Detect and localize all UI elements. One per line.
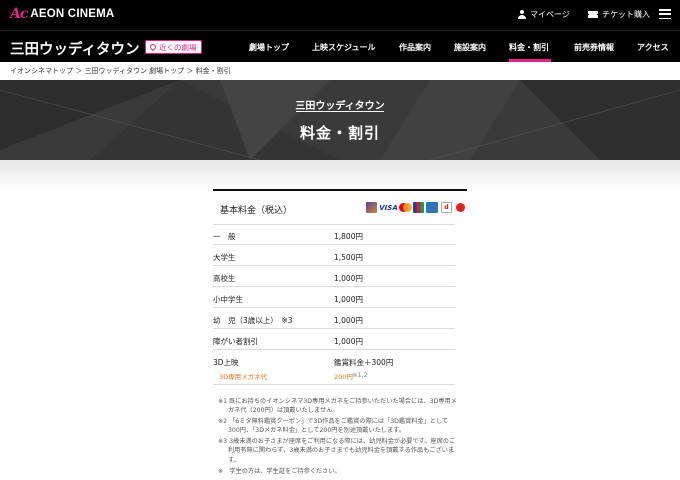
payment-card-icon	[366, 202, 377, 213]
nav-advance-tickets[interactable]: 前売券情報	[574, 42, 614, 53]
price-category: 大学生	[213, 253, 236, 262]
note-item: ※ 学生の方は、学生証をご持参ください。	[218, 467, 341, 475]
price-value: 1,000円	[334, 337, 363, 346]
price-category: 障がい者割引	[213, 337, 258, 346]
my-page-link[interactable]: マイページ	[518, 9, 570, 20]
my-page-label: マイページ	[530, 10, 570, 19]
3d-glasses-option-label: 3D専用メガネ代	[219, 373, 268, 381]
location-pin-icon	[148, 42, 158, 52]
price-row: 小中学生 1,000円	[213, 287, 455, 308]
ticket-icon	[588, 11, 598, 18]
pricing-heading: 基本料金（税込）	[220, 206, 293, 216]
d-payment-icon: d	[441, 202, 452, 213]
nearby-label: 近くの劇場	[159, 42, 197, 52]
price-category: 一 般	[213, 232, 236, 241]
hero-fade	[0, 160, 680, 190]
price-value: 鑑賞料金＋300円	[334, 358, 394, 367]
visa-icon: VISA	[379, 203, 398, 212]
price-row: 高校生 1,000円	[213, 266, 455, 287]
amex-icon	[426, 202, 438, 213]
price-value: 1,800円	[334, 232, 363, 241]
note-item: ※2 「6ミタ無料鑑賞クーポン」で3D作品をご鑑賞の際には「3D鑑賞料金」として…	[218, 418, 449, 435]
note-item: ※1 既にお持ちのイオンシネマ3D専用メガネをご持参いただいた場合には、3D専用…	[218, 398, 457, 415]
nav-theater-top[interactable]: 劇場トップ	[249, 42, 289, 53]
price-row: 障がい者割引 1,000円	[213, 329, 455, 350]
3d-glasses-note-ref: ※1,2	[352, 371, 368, 379]
theater-name[interactable]: 三田ウッディタウン	[10, 38, 139, 59]
ticket-purchase-link[interactable]: チケット購入	[588, 9, 650, 20]
red-circle-payment-icon	[455, 202, 466, 213]
mastercard-icon	[399, 202, 412, 213]
nav-facilities[interactable]: 施設案内	[454, 42, 486, 53]
3d-glasses-option-price: 200円	[334, 373, 353, 381]
price-row: 一 般 1,800円	[213, 224, 455, 245]
price-value: 1,000円	[334, 316, 363, 325]
hero-background-pattern	[0, 80, 680, 160]
pricing-notes: ※1 既にお持ちのイオンシネマ3D専用メガネをご持参いただいた場合には、3D専用…	[218, 397, 458, 477]
breadcrumb[interactable]: イオンシネマトップ ＞ 三田ウッディタウン 劇場トップ ＞ 料金・割引	[10, 66, 231, 76]
hero-divider	[296, 111, 384, 112]
top-bar: Ac AEON CINEMA マイページ チケット購入	[0, 0, 680, 30]
logo-mark: Ac	[10, 6, 28, 22]
price-category: 高校生	[213, 274, 236, 283]
price-value: 1,000円	[334, 274, 363, 283]
nav-active-indicator	[509, 59, 551, 62]
nav-access[interactable]: アクセス	[637, 42, 669, 53]
nav-schedule[interactable]: 上映スケジュール	[312, 42, 375, 53]
ticket-label: チケット購入	[602, 10, 650, 19]
person-icon	[518, 10, 526, 19]
price-row: 大学生 1,500円	[213, 245, 455, 266]
price-value: 1,000円	[334, 295, 363, 304]
price-category: 3D上映	[213, 358, 239, 367]
nearby-theaters-button[interactable]: 近くの劇場	[145, 40, 202, 54]
page-title: 料金・割引	[299, 124, 380, 142]
theater-nav: 三田ウッディタウン 近くの劇場 劇場トップ 上映スケジュール 作品案内 施設案内…	[0, 30, 680, 62]
note-item: ※3 3歳未満のお子さまが座席をご利用になる際には、幼児料金が必要です。座席のご…	[218, 438, 456, 464]
nav-pricing[interactable]: 料金・割引	[509, 42, 549, 53]
logo-text: AEON CINEMA	[30, 8, 115, 20]
hero-subtitle: 三田ウッディタウン	[295, 101, 385, 112]
nav-movies[interactable]: 作品案内	[399, 42, 431, 53]
price-value: 1,500円	[334, 253, 363, 262]
price-category: 小中学生	[213, 295, 243, 304]
pricing-card-top-border	[213, 189, 467, 191]
hamburger-menu-icon[interactable]	[659, 9, 671, 20]
price-category: 幼 児（3歳以上） ※3	[213, 316, 293, 325]
aeon-cinema-logo[interactable]: Ac AEON CINEMA	[10, 6, 114, 22]
page-hero: 三田ウッディタウン 料金・割引	[0, 80, 680, 160]
price-row: 幼 児（3歳以上） ※3 1,000円	[213, 308, 455, 329]
jcb-icon	[413, 202, 424, 213]
